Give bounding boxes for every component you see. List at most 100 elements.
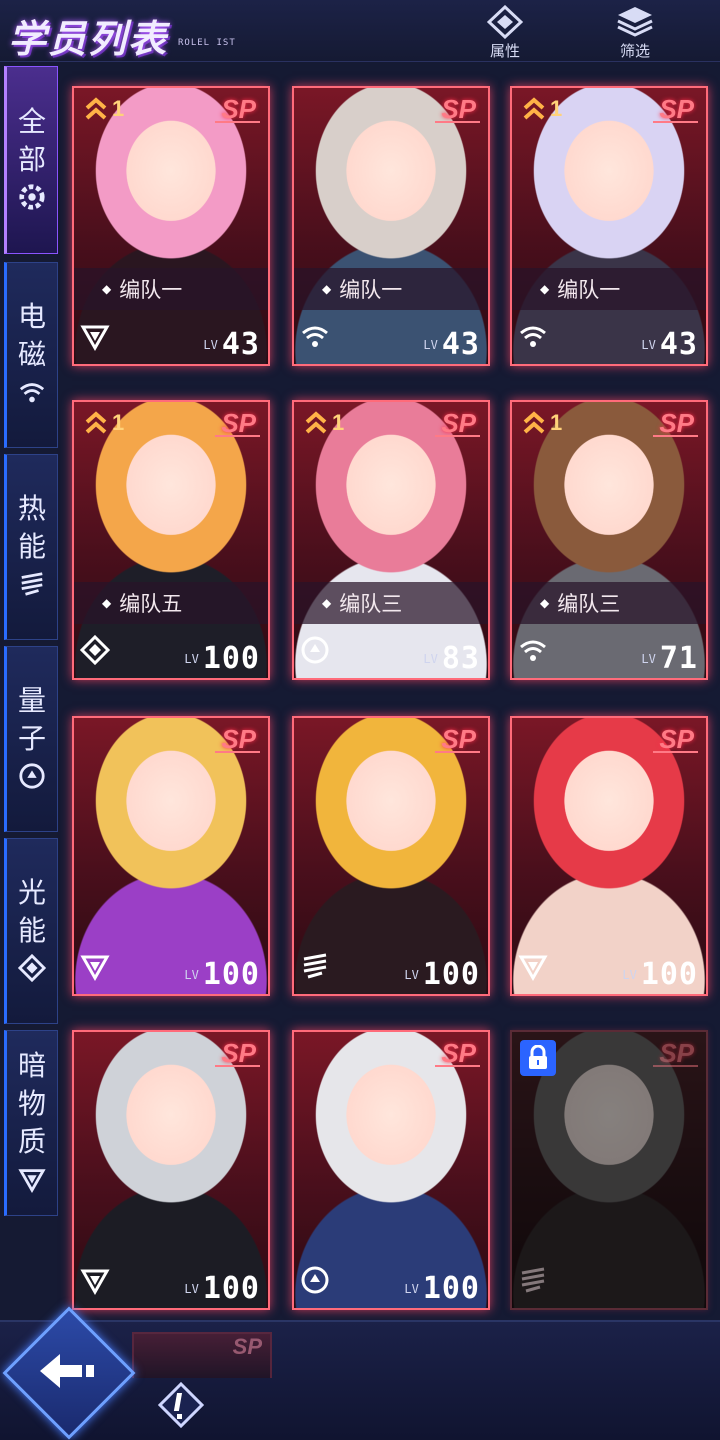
level-tag: LV <box>184 968 199 982</box>
level-display: LV 100 <box>404 957 480 992</box>
level-tag: LV <box>423 652 438 666</box>
level-display: LV 43 <box>203 327 260 362</box>
sidebar-tab-char: 全 <box>17 105 46 137</box>
level-display: LV 100 <box>622 957 698 992</box>
team-banner: ◆ 编队一 <box>294 268 488 310</box>
sidebar-tab-char: 电 <box>17 300 46 332</box>
grade-label: SP <box>653 408 698 438</box>
character-card[interactable]: SP LV 100 <box>292 716 490 996</box>
character-card[interactable]: SP LV 100 <box>510 716 708 996</box>
sidebar-tab-char: 部 <box>17 143 46 175</box>
element-dark-icon <box>80 951 110 986</box>
level-display: LV 83 <box>423 641 480 676</box>
diamond-bullet-icon: ◆ <box>322 596 332 610</box>
level-tag: LV <box>203 338 218 352</box>
sidebar-tab-char: 量 <box>17 684 46 716</box>
level-display: LV 100 <box>184 1271 260 1306</box>
level-value: 43 <box>441 327 480 362</box>
sidebar-tab-dark[interactable]: 暗物质 <box>4 1030 58 1216</box>
character-card[interactable]: SP LV 100 <box>292 1030 490 1310</box>
level-display: LV 100 <box>184 957 260 992</box>
character-card[interactable]: 1 SP ◆ 编队三 LV 83 <box>292 400 490 680</box>
partial-card-grade: SP <box>232 1334 262 1359</box>
sidebar-tab-char: 暗 <box>17 1049 46 1081</box>
level-tag: LV <box>622 968 637 982</box>
character-card[interactable]: SP LV 100 <box>72 1030 270 1310</box>
level-display: LV 43 <box>423 327 480 362</box>
rank-indicator: 1 <box>522 96 562 122</box>
rank-indicator: 1 <box>304 410 344 436</box>
grade-label: SP <box>435 1038 480 1068</box>
attribute-button[interactable]: 属性 <box>470 4 540 62</box>
rank-indicator: 1 <box>84 96 124 122</box>
sidebar-tab-char: 质 <box>17 1125 46 1157</box>
character-grid: 1 SP ◆ 编队一 LV 43 SP ◆ 编队一 LV 43 1 SP ◆ 编队一 LV 43 1 SP ◆ 编队五 L… <box>66 78 720 1418</box>
diamond-bullet-icon: ◆ <box>540 596 550 610</box>
level-display: LV 71 <box>641 641 698 676</box>
filter-button[interactable]: 筛选 <box>600 4 670 62</box>
character-card[interactable]: SP LV 100 <box>72 716 270 996</box>
level-tag: LV <box>404 1282 419 1296</box>
team-banner: ◆ 编队五 <box>74 582 268 624</box>
team-name: 编队一 <box>557 279 621 302</box>
character-card[interactable]: 1 SP ◆ 编队一 LV 43 <box>72 86 270 366</box>
exclamation-info-icon[interactable] <box>158 1382 204 1428</box>
grade-label: SP <box>653 1038 698 1068</box>
rank-chevron-icon <box>523 411 545 434</box>
rank-value: 1 <box>112 96 125 121</box>
level-tag: LV <box>641 652 656 666</box>
level-tag: LV <box>184 652 199 666</box>
filter-label: 筛选 <box>619 43 650 60</box>
element-thermal-icon <box>518 1265 548 1300</box>
grade-label: SP <box>215 724 260 754</box>
level-value: 100 <box>422 957 480 992</box>
sidebar-tab-light[interactable]: 光能 <box>4 838 58 1024</box>
filter-layers-icon <box>600 4 670 40</box>
level-value: 100 <box>202 1271 260 1306</box>
light-diamond-icon <box>17 953 47 987</box>
grade-label: SP <box>435 408 480 438</box>
level-value: 100 <box>640 957 698 992</box>
dark-matter-triangle-icon <box>18 1165 46 1198</box>
character-card[interactable]: 1 SP ◆ 编队一 LV 43 <box>510 86 708 366</box>
level-value: 43 <box>221 327 260 362</box>
team-banner: ◆ 编队一 <box>512 268 706 310</box>
element-quantum-icon <box>300 1265 330 1300</box>
lock-icon <box>520 1040 556 1076</box>
sidebar-tab-em[interactable]: 电磁 <box>4 262 58 448</box>
sidebar-tab-thermal[interactable]: 热能 <box>4 454 58 640</box>
character-card[interactable]: 1 SP ◆ 编队三 LV 71 <box>510 400 708 680</box>
element-dark-icon <box>80 321 110 356</box>
page-title: 学员列表 <box>8 19 169 61</box>
rank-chevron-icon <box>85 411 107 434</box>
character-card[interactable]: SP ◆ 编队一 LV 43 <box>292 86 490 366</box>
level-value: 83 <box>441 641 480 676</box>
grade-label: SP <box>435 724 480 754</box>
partial-card[interactable]: SP <box>132 1332 272 1378</box>
diamond-bullet-icon: ◆ <box>540 282 550 296</box>
element-thermal-icon <box>300 951 330 986</box>
character-card[interactable]: 1 SP ◆ 编队五 LV 100 <box>72 400 270 680</box>
sidebar-tab-char: 能 <box>17 530 46 562</box>
level-display: LV 43 <box>641 327 698 362</box>
attribute-icon <box>470 4 540 40</box>
sidebar-tab-char: 子 <box>17 722 46 754</box>
sidebar-tab-char: 能 <box>17 914 46 946</box>
element-em-icon <box>518 635 548 670</box>
rank-indicator: 1 <box>84 410 124 436</box>
sidebar-tab-char: 物 <box>17 1087 46 1119</box>
grade-label: SP <box>435 94 480 124</box>
team-name: 编队三 <box>339 593 403 616</box>
element-em-icon <box>518 321 548 356</box>
diamond-bullet-icon: ◆ <box>102 282 112 296</box>
level-display: LV 100 <box>404 1271 480 1306</box>
page-subtitle: ROLEL IST <box>178 38 236 48</box>
team-name: 编队一 <box>119 279 183 302</box>
element-dark-icon <box>518 951 548 986</box>
sidebar-tab-all[interactable]: 全部 <box>4 66 58 254</box>
all-gear-icon <box>18 183 46 216</box>
diamond-bullet-icon: ◆ <box>322 282 332 296</box>
character-card[interactable]: SP <box>510 1030 708 1310</box>
sidebar-tab-quantum[interactable]: 量子 <box>4 646 58 832</box>
level-tag: LV <box>184 1282 199 1296</box>
